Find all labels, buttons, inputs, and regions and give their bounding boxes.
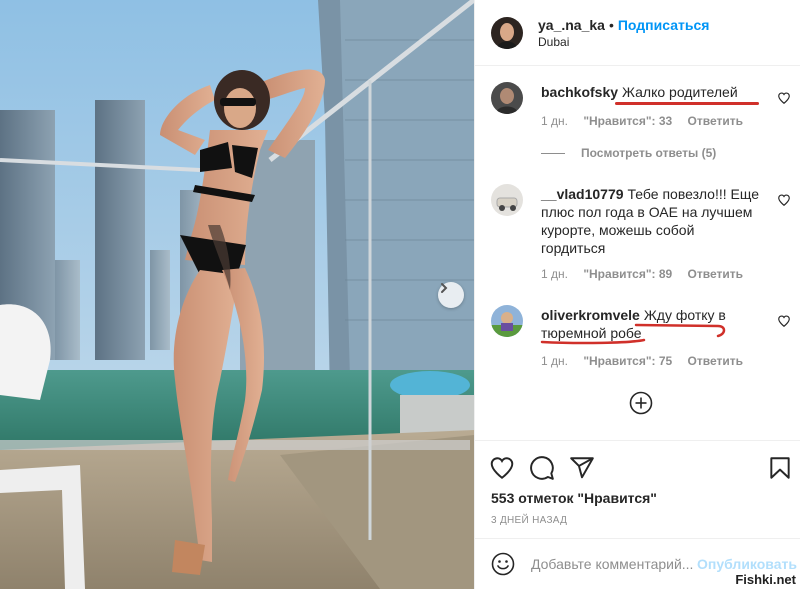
post-header: ya_.na_ka • Подписаться Dubai [475,0,800,66]
replies-divider [541,152,565,154]
heart-icon[interactable] [777,91,791,105]
comment-likes[interactable]: "Нравится": 75 [583,354,672,368]
header-text: ya_.na_ka • Подписаться Dubai [538,17,709,49]
post-location[interactable]: Dubai [538,35,709,49]
comment-likes[interactable]: "Нравится": 33 [583,114,672,128]
comment-meta: 1 дн. "Нравится": 33 Ответить [541,114,755,128]
comment-body: bachkofsky Жалко родителей [541,83,759,101]
annotation-underline [615,102,759,105]
comment-item: bachkofsky Жалко родителей 1 дн. "Нравитс… [491,82,791,152]
comment-body: __vlad10779 Тебе повезло!!! Еще плюс пол … [541,185,759,257]
author-avatar[interactable] [491,16,523,49]
view-replies-button[interactable]: Посмотреть ответы (5) [541,146,716,160]
author-username[interactable]: ya_.na_ka [538,17,605,33]
comment-username[interactable]: __vlad10779 [541,186,624,202]
comment-username[interactable]: oliverkromvele [541,307,640,323]
post-panel: ya_.na_ka • Подписаться Dubai bachkofsky… [474,0,800,589]
next-photo-button[interactable] [438,282,464,308]
publish-button[interactable]: Опубликовать [697,556,797,572]
reply-button[interactable]: Ответить [688,267,743,281]
plus-circle-icon[interactable] [629,391,653,415]
comment-item: __vlad10779 Тебе повезло!!! Еще плюс пол … [491,184,791,284]
follow-button[interactable]: Подписаться [618,17,710,33]
action-bar [475,440,800,441]
emoji-icon[interactable] [491,552,515,576]
bookmark-icon[interactable] [767,455,793,481]
view-replies-label: Посмотреть ответы (5) [581,146,717,160]
photo-scene [0,0,474,589]
comment-time: 1 дн. [541,114,568,128]
comment-icon[interactable] [529,455,555,481]
reply-button[interactable]: Ответить [688,354,743,368]
commenter-avatar[interactable] [491,305,523,337]
comment-username[interactable]: bachkofsky [541,84,618,100]
reply-button[interactable]: Ответить [688,114,743,128]
post-photo [0,0,474,589]
post-date: 3 ДНЕЙ НАЗАД [491,515,568,526]
separator-dot: • [608,16,614,33]
comment-likes[interactable]: "Нравится": 89 [583,267,672,281]
heart-icon[interactable] [777,314,791,328]
share-icon[interactable] [569,455,595,481]
comment-meta: 1 дн. "Нравится": 75 Ответить [541,354,755,368]
comment-time: 1 дн. [541,354,568,368]
likes-count[interactable]: 553 отметок "Нравится" [491,490,657,506]
comment-meta: 1 дн. "Нравится": 89 Ответить [541,267,755,281]
comment-item: oliverkromvele Жду фотку в тюремной робе … [491,305,791,375]
chevron-right-icon [441,283,448,293]
comment-time: 1 дн. [541,267,568,281]
commenter-avatar[interactable] [491,184,523,216]
heart-icon[interactable] [489,455,515,481]
heart-icon[interactable] [777,193,791,207]
comment-text: Жалко родителей [622,84,738,100]
watermark: Fishki.net [735,572,796,587]
comment-input[interactable] [531,556,697,572]
annotation-underline [540,323,726,345]
commenter-avatar[interactable] [491,82,523,114]
